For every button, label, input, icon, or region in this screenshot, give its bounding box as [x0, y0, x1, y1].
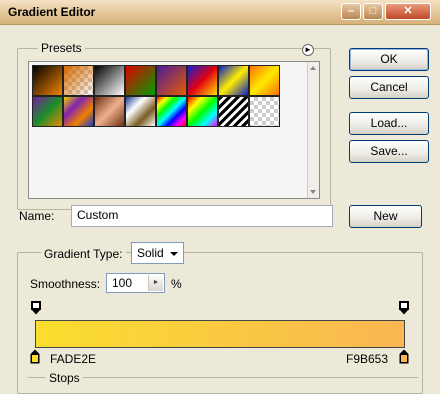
preset-swatch-copper[interactable] [94, 96, 125, 127]
stops-group-label: Stops [46, 371, 83, 385]
circle-arrow-right-icon[interactable]: ► [302, 44, 314, 56]
preset-swatch-yellow-violet-orange-blue[interactable] [63, 96, 94, 127]
opacity-stop-left-icon[interactable] [31, 301, 41, 315]
close-icon: ✕ [403, 5, 413, 17]
preset-swatch-violet-orange[interactable] [156, 65, 187, 96]
smoothness-unit: % [171, 277, 182, 291]
scroll-down-icon[interactable] [310, 190, 316, 194]
title-bar[interactable]: Gradient Editor – □ ✕ [0, 0, 440, 25]
ok-button[interactable]: OK [349, 48, 429, 71]
preset-swatch-black-white[interactable] [94, 65, 125, 96]
preset-swatch-spectrum[interactable] [156, 96, 187, 127]
name-input-value: Custom [77, 208, 119, 222]
opacity-stop-right-icon[interactable] [399, 301, 409, 315]
maximize-icon: □ [369, 5, 377, 17]
new-button[interactable]: New [349, 205, 422, 228]
preset-swatch-red-green[interactable] [125, 65, 156, 96]
cancel-button[interactable]: Cancel [349, 76, 429, 99]
preset-swatch-violet-green-orange[interactable] [32, 96, 63, 127]
preset-swatch-foreground-to-transparent[interactable] [63, 65, 94, 96]
preset-swatch-checker-transparent[interactable] [249, 96, 280, 127]
color-stop-right-icon[interactable] [399, 349, 409, 364]
color-stop-right-label: F9B653 [346, 352, 389, 366]
close-button[interactable]: ✕ [385, 3, 431, 20]
maximize-button[interactable]: □ [363, 3, 383, 20]
gradient-type-label: Gradient Type: [41, 247, 126, 261]
stops-group-border [28, 377, 418, 378]
minimize-icon: – [347, 5, 355, 17]
load-button[interactable]: Load... [349, 112, 429, 135]
preset-swatch-foreground-to-background[interactable] [32, 65, 63, 96]
preset-swatch-chrome[interactable] [125, 96, 156, 127]
smoothness-label: Smoothness: [30, 277, 101, 291]
save-button[interactable]: Save... [349, 140, 429, 163]
color-stop-left-label: FADE2E [50, 352, 97, 366]
presets-scrollbar[interactable] [307, 62, 319, 198]
gradient-type-select[interactable]: Solid [131, 242, 184, 264]
name-label: Name: [19, 209, 55, 223]
window-title: Gradient Editor [8, 5, 96, 19]
chevron-down-icon [170, 252, 178, 256]
minimize-button[interactable]: – [341, 3, 361, 20]
gradient-preview-bar[interactable] [35, 320, 405, 348]
smoothness-input[interactable]: 100 ► [106, 273, 165, 293]
presets-label: Presets [38, 41, 85, 55]
smoothness-stepper-icon[interactable]: ► [148, 275, 163, 291]
smoothness-value: 100 [112, 276, 133, 290]
name-input[interactable]: Custom [71, 205, 333, 227]
color-stop-left-icon[interactable] [30, 349, 40, 364]
scroll-up-icon[interactable] [310, 66, 316, 70]
preset-swatch-transparent-rainbow[interactable] [187, 96, 218, 127]
presets-list[interactable] [28, 61, 320, 199]
gradient-type-value: Solid [137, 246, 164, 260]
preset-swatch-blue-red-yellow[interactable] [187, 65, 218, 96]
preset-swatch-blue-yellow-blue[interactable] [218, 65, 249, 96]
preset-swatch-orange-yellow-orange[interactable] [249, 65, 280, 96]
preset-swatch-transparent-stripes[interactable] [218, 96, 249, 127]
